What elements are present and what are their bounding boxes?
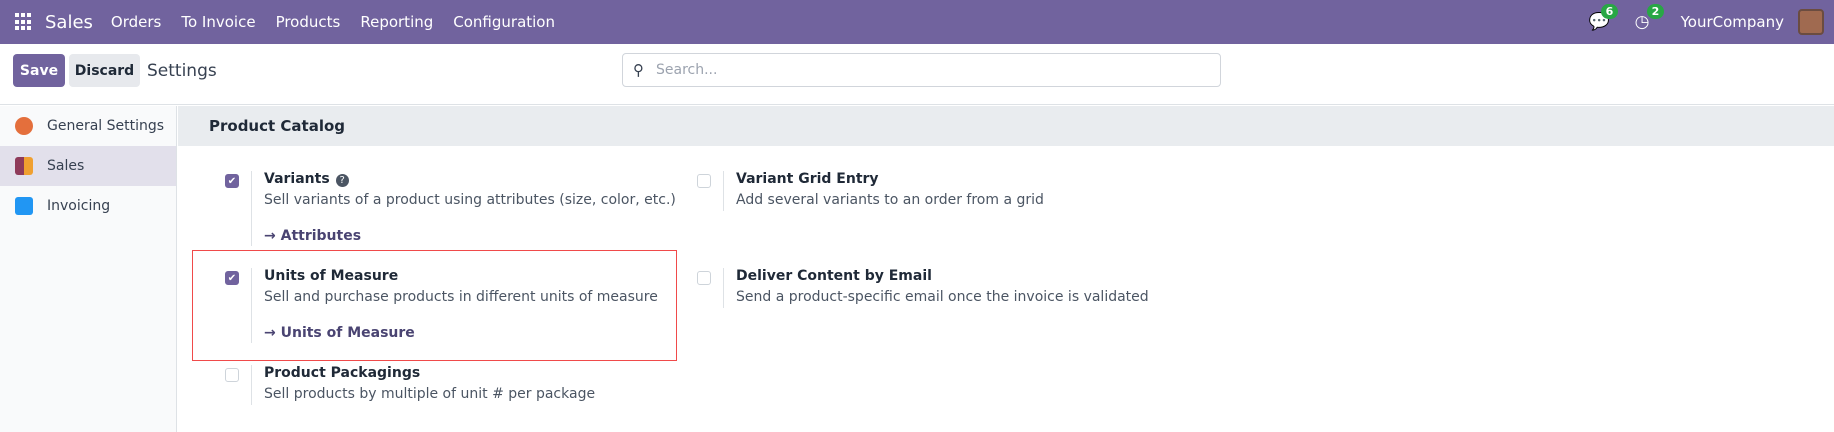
discard-button[interactable]: Discard — [69, 54, 140, 87]
variants-checkbox[interactable]: ✔ — [225, 174, 239, 188]
activities-badge: 2 — [1646, 4, 1665, 19]
sidebar-item-label: Invoicing — [47, 198, 111, 214]
search-icon: ⚲ — [633, 61, 644, 79]
link-label: Attributes — [280, 228, 362, 244]
app-name[interactable]: Sales — [45, 12, 93, 33]
company-switcher[interactable]: YourCompany — [1681, 13, 1784, 31]
messages-button[interactable]: 💬 6 — [1589, 4, 1619, 32]
app-grid-icon[interactable] — [15, 13, 33, 31]
attributes-link[interactable]: → Attributes — [264, 228, 691, 244]
user-avatar[interactable] — [1798, 9, 1824, 35]
setting-description: Send a product-specific email once the i… — [736, 289, 1149, 305]
sidebar-item-invoicing[interactable]: Invoicing — [0, 186, 176, 226]
section-title: Product Catalog — [178, 106, 1834, 146]
setting-description: Sell products by multiple of unit # per … — [264, 386, 596, 402]
help-icon[interactable]: ? — [335, 174, 349, 187]
settings-sidebar: General Settings Sales Invoicing — [0, 106, 177, 432]
setting-label: Variants — [264, 171, 330, 187]
page-title: Settings — [147, 61, 217, 81]
menu-products[interactable]: Products — [276, 13, 341, 31]
activities-button[interactable]: ◷ 2 — [1635, 4, 1665, 32]
menu-reporting[interactable]: Reporting — [360, 13, 433, 31]
top-navbar: Sales Orders To Invoice Products Reporti… — [0, 0, 1834, 44]
setting-description: Sell variants of a product using attribu… — [264, 192, 676, 208]
setting-label: Variant Grid Entry — [736, 171, 879, 187]
menu-to-invoice[interactable]: To Invoice — [181, 13, 255, 31]
menu-orders[interactable]: Orders — [111, 13, 161, 31]
invoicing-icon — [15, 197, 33, 215]
sidebar-item-general-settings[interactable]: General Settings — [0, 106, 176, 146]
highlight-box — [192, 250, 677, 361]
deliver-content-checkbox[interactable] — [697, 271, 711, 285]
sales-icon — [15, 157, 33, 175]
control-panel: Save Discard Settings ⚲ Search... — [0, 44, 1834, 105]
arrow-right-icon: → — [264, 228, 276, 244]
setting-label: Product Packagings — [264, 365, 421, 381]
sidebar-item-label: Sales — [47, 158, 85, 174]
general-settings-icon — [15, 117, 33, 135]
variant-grid-checkbox[interactable] — [697, 174, 711, 188]
search-placeholder: Search... — [656, 62, 718, 78]
sidebar-item-sales[interactable]: Sales — [0, 146, 176, 186]
sidebar-item-label: General Settings — [47, 118, 165, 134]
menu-configuration[interactable]: Configuration — [453, 13, 555, 31]
setting-label: Deliver Content by Email — [736, 268, 932, 284]
save-button[interactable]: Save — [13, 54, 65, 87]
search-input[interactable]: ⚲ Search... — [622, 53, 1221, 87]
setting-description: Add several variants to an order from a … — [736, 192, 1044, 208]
messages-badge: 6 — [1600, 4, 1619, 19]
packagings-checkbox[interactable] — [225, 368, 239, 382]
